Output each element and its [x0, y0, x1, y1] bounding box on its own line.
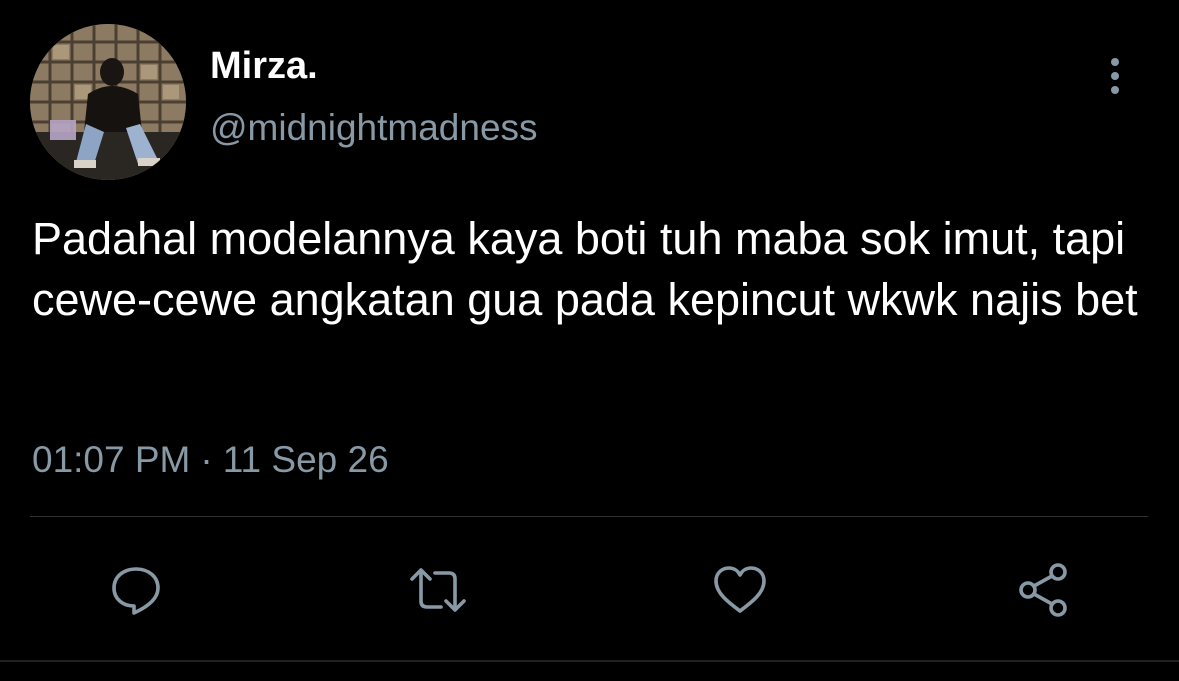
more-vertical-icon	[1111, 58, 1119, 94]
comment-icon	[112, 567, 160, 615]
tweet-time: 01:07 PM	[32, 439, 191, 480]
reply-button[interactable]	[106, 560, 166, 620]
tweet-date: 11 Sep 26	[222, 439, 389, 480]
retweet-button[interactable]	[408, 560, 468, 620]
profile-photo-icon	[30, 24, 186, 180]
bottom-divider	[0, 660, 1179, 662]
display-name[interactable]: Mirza.	[210, 44, 318, 88]
tweet-timestamp[interactable]: 01:07 PM · 11 Sep 26	[32, 438, 389, 482]
share-button[interactable]	[1014, 560, 1074, 620]
meta-separator: ·	[200, 439, 213, 480]
tweet-card: Mirza. @midnightmadness Padahal modelann…	[0, 0, 1179, 681]
tweet-text: Padahal modelannya kaya boti tuh maba so…	[32, 213, 1138, 325]
divider	[30, 516, 1148, 517]
user-handle[interactable]: @midnightmadness	[210, 106, 538, 150]
avatar[interactable]	[30, 24, 186, 180]
more-options-button[interactable]	[1096, 54, 1134, 98]
retweet-icon	[410, 568, 466, 612]
share-icon	[1019, 563, 1067, 617]
heart-icon	[714, 566, 766, 613]
like-button[interactable]	[710, 560, 770, 620]
